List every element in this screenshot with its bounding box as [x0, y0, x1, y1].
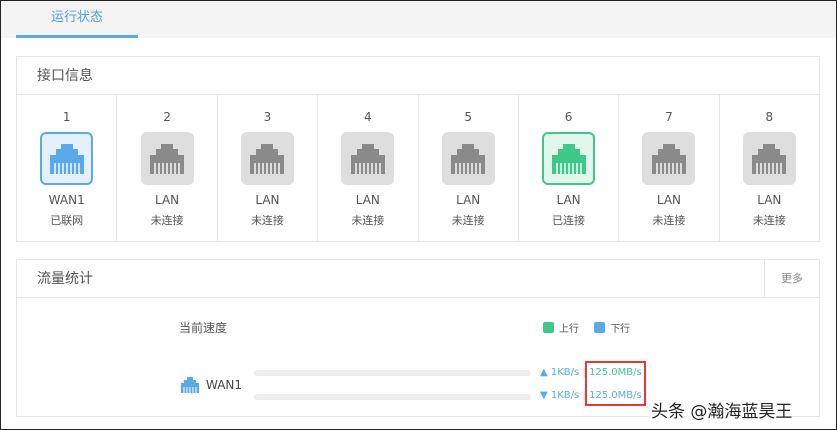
port-type: LAN [255, 193, 280, 207]
legend-up-label: 上行 [559, 324, 579, 335]
download-bar [254, 394, 531, 400]
legend-down-swatch [594, 322, 606, 333]
tab-running-status[interactable]: 运行状态 [16, 1, 138, 38]
ethernet-port-icon [40, 132, 94, 185]
legend-down-label: 下行 [610, 324, 631, 335]
ethernet-port-icon [642, 132, 696, 185]
more-button[interactable]: 更多 [764, 260, 819, 297]
interface-info-title: 接口信息 [17, 57, 819, 95]
port-status: 未连接 [652, 214, 686, 227]
port-status: 未连接 [351, 214, 385, 227]
port-number: 6 [564, 110, 573, 124]
port-status: 未连接 [752, 214, 786, 227]
port-number: 3 [263, 110, 272, 124]
port-4[interactable]: 4 LAN 未连接 [318, 95, 419, 242]
ethernet-port-icon [140, 132, 194, 185]
port-status: 未连接 [150, 214, 184, 227]
port-type: LAN [757, 193, 782, 207]
tab-bar: 运行状态 [1, 1, 836, 38]
download-current: 1KB/s [550, 390, 580, 401]
traffic-title-text: 流量统计 [37, 271, 93, 287]
upload-current: 1KB/s [550, 367, 580, 378]
current-speed-label: 当前速度 [179, 321, 228, 335]
wan1-label: WAN1 [206, 378, 243, 392]
upload-bar [254, 370, 531, 376]
port-status: 已联网 [50, 214, 84, 227]
port-number: 5 [464, 110, 472, 124]
ethernet-port-icon [181, 377, 199, 397]
port-number: 1 [62, 110, 71, 124]
port-type: LAN [355, 193, 380, 207]
port-status: 已连接 [552, 214, 586, 227]
ethernet-port-icon [441, 132, 495, 185]
legend: 上行 下行 [543, 320, 630, 335]
port-type: LAN [456, 193, 481, 207]
legend-up-swatch [543, 322, 554, 333]
port-type: LAN [154, 193, 180, 207]
port-number: 2 [163, 110, 171, 124]
highlight-box [585, 361, 646, 406]
port-8[interactable]: 8 LAN 未连接 [720, 95, 819, 242]
port-type: LAN [656, 193, 682, 207]
ethernet-port-icon [542, 132, 596, 185]
port-status: 未连接 [250, 214, 284, 227]
port-7[interactable]: 7 LAN 未连接 [619, 95, 720, 242]
port-type: WAN1 [48, 193, 85, 207]
port-number: 8 [765, 110, 774, 124]
port-number: 7 [665, 110, 673, 124]
port-number: 4 [363, 110, 372, 124]
up-arrow-icon: ▲ [540, 367, 548, 378]
port-status: 未连接 [451, 214, 485, 227]
interface-info-card: 接口信息 1 WAN1 已联网 2 LAN 未连接 3 LAN 未连接 4 LA… [16, 56, 820, 242]
down-arrow-icon: ▼ [540, 390, 548, 401]
port-1[interactable]: 1 WAN1 已联网 [17, 95, 118, 242]
port-type: LAN [556, 193, 581, 207]
ethernet-port-icon [240, 132, 294, 185]
port-2[interactable]: 2 LAN 未连接 [117, 95, 218, 242]
port-list: 1 WAN1 已联网 2 LAN 未连接 3 LAN 未连接 4 LAN 未连接… [17, 95, 819, 242]
watermark: 头条 @瀚海蓝昊王 [651, 397, 793, 422]
ethernet-port-icon [742, 132, 796, 185]
ethernet-port-icon [341, 132, 395, 185]
port-3[interactable]: 3 LAN 未连接 [218, 95, 319, 242]
traffic-title: 流量统计 更多 [17, 260, 819, 298]
port-5[interactable]: 5 LAN 未连接 [419, 95, 519, 242]
port-6[interactable]: 6 LAN 已连接 [519, 95, 620, 242]
